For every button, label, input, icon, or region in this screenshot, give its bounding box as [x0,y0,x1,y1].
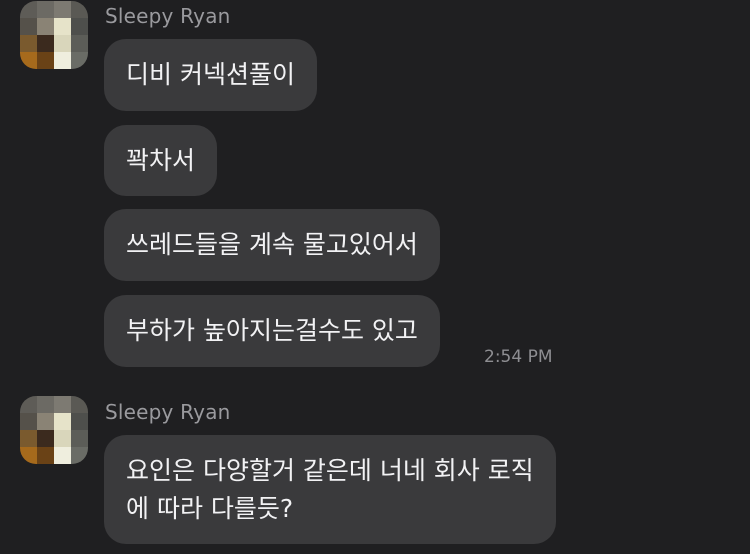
message-text-line: 요인은 다양할거 같은데 너네 회사 로직 [126,456,534,485]
avatar-pixel [37,18,54,35]
avatar-pixel [37,413,54,430]
sender-name: Sleepy Ryan [105,400,231,424]
avatar-pixel [20,413,37,430]
sender-name: Sleepy Ryan [105,4,231,28]
message-text: 부하가 높아지는걸수도 있고 [126,316,418,345]
avatar-pixel [54,18,71,35]
message-text: 디비 커넥션풀이 [126,60,295,89]
avatar-pixel [20,430,37,447]
sender-avatar[interactable] [20,396,88,464]
avatar-pixel [20,1,37,18]
avatar-pixel [20,447,37,464]
message-bubble[interactable]: 부하가 높아지는걸수도 있고 [104,295,440,367]
avatar-pixel [54,52,71,69]
message-text-line: 에 따라 다를듯? [126,494,294,523]
avatar-pixel [37,396,54,413]
avatar-pixel [71,430,88,447]
avatar-pixel [71,396,88,413]
avatar-pixel [71,35,88,52]
avatar-pixel [54,1,71,18]
message-bubble[interactable]: 꽉차서 [104,125,218,196]
avatar-pixel [20,396,37,413]
avatar-pixel [37,1,54,18]
avatar-pixel [37,447,54,464]
message-text: 꽉차서 [126,146,196,175]
avatar-pixel [71,18,88,35]
avatar-pixel [54,396,71,413]
message-timestamp: 2:54 PM [484,347,553,367]
message-text: 쓰레드들을 계속 물고있어서 [126,230,418,259]
avatar-pixel [54,35,71,52]
avatar-pixel [71,447,88,464]
message-bubble[interactable]: 쓰레드들을 계속 물고있어서 [104,209,440,281]
message-bubble[interactable]: 요인은 다양할거 같은데 너네 회사 로직 에 따라 다를듯? [104,435,556,544]
avatar-pixel [54,447,71,464]
avatar-pixel [71,413,88,430]
avatar-pixel [54,413,71,430]
avatar-pixel [20,35,37,52]
avatar-pixel [37,430,54,447]
avatar-pixel [71,52,88,69]
avatar-pixel [37,52,54,69]
message-bubble[interactable]: 디비 커넥션풀이 [104,39,317,111]
avatar-pixel [20,52,37,69]
sender-avatar[interactable] [20,1,88,69]
avatar-pixel [54,430,71,447]
avatar-pixel [71,1,88,18]
avatar-pixel [20,18,37,35]
avatar-pixel [37,35,54,52]
